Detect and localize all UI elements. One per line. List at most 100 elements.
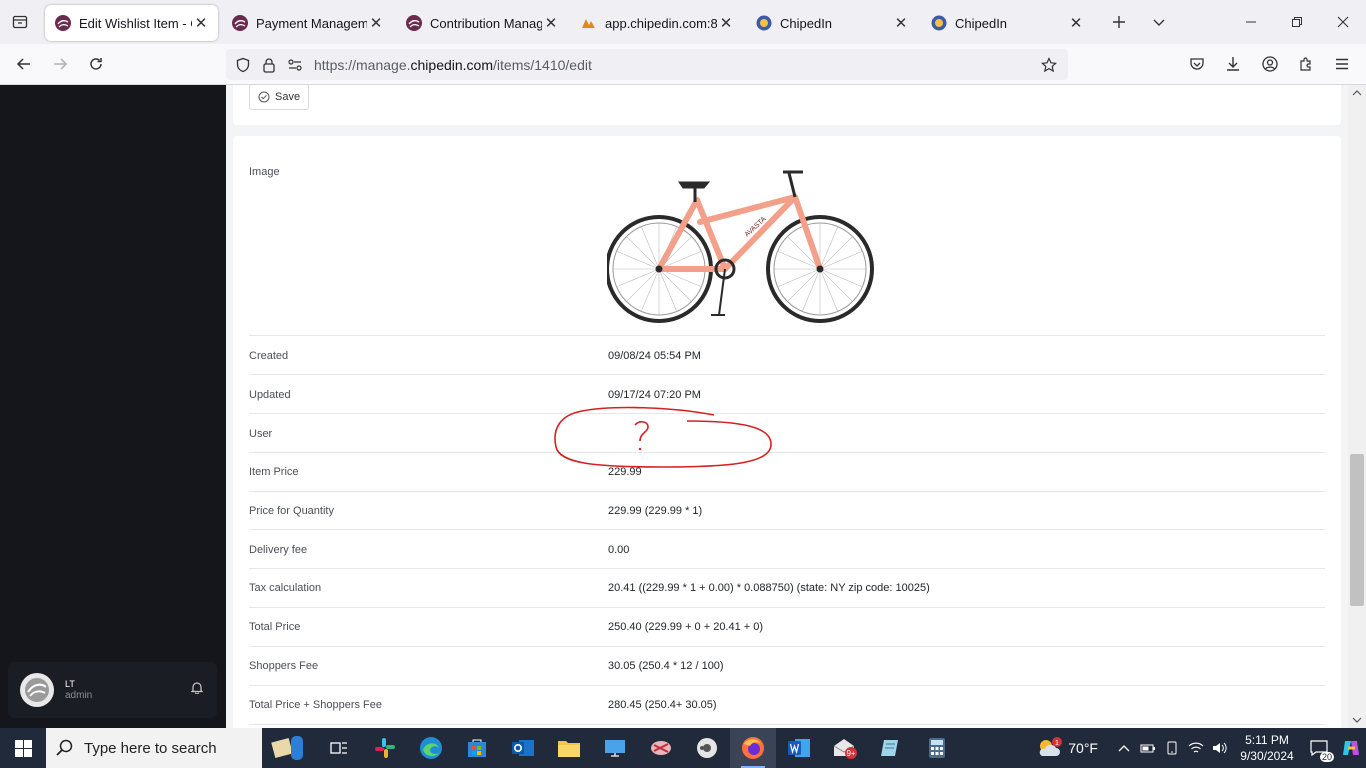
item-details-card: Image AVASTA Created 09/08/24 05:54 PM U… [233,136,1341,728]
calculator-icon[interactable] [914,728,960,768]
detail-row-item-price: Item Price 229.99 [249,453,1325,492]
tab-list-button[interactable] [0,0,40,44]
battery-icon[interactable] [1136,728,1160,768]
windows-taskbar: Type here to search 9+ 1 70°F 5:11 PM 9/… [0,728,1366,768]
address-bar[interactable]: https://manage.chipedin.com/items/1410/e… [226,49,1068,80]
close-tab-icon[interactable]: ✕ [1067,14,1085,32]
user-name: LT [65,679,75,689]
detail-row-total-plus-fee: Total Price + Shoppers Fee 280.45 (250.4… [249,686,1325,725]
detail-label: Created [249,350,289,362]
weather-cloud-icon: 1 [1039,737,1063,756]
detail-label: User [249,428,273,440]
lock-icon[interactable] [256,49,282,80]
new-tab-button[interactable] [1101,4,1137,40]
app-menu-button[interactable] [1326,48,1358,80]
minimize-icon [1246,21,1256,23]
tab-app-chipedin[interactable]: app.chipedin.com:8090 ✕ [571,5,743,41]
scrollbar-thumb[interactable] [1350,454,1364,606]
mail-app-icon[interactable]: 9+ [822,728,868,768]
sidebar: LT admin [0,85,226,728]
task-view-icon[interactable] [316,728,362,768]
taskbar-search-box[interactable]: Type here to search [46,728,262,768]
chevron-down-icon [1153,19,1165,26]
tab-payment-management[interactable]: Payment Management - ChipedIn ✕ [222,5,393,41]
back-button[interactable] [8,48,40,80]
form-actions-card: Save [233,85,1341,125]
close-tab-icon[interactable]: ✕ [717,14,735,32]
tablet-mode-icon[interactable] [1160,728,1184,768]
close-window-button[interactable] [1320,0,1366,44]
system-clock[interactable]: 5:11 PM 9/30/2024 [1232,732,1302,764]
snipping-tool-icon[interactable] [638,728,684,768]
check-circle-icon [258,91,270,103]
close-tab-icon[interactable]: ✕ [367,14,385,32]
puzzle-icon [1300,57,1311,71]
chevron-up-icon[interactable] [1112,728,1136,768]
search-highlight-icon[interactable] [262,728,316,768]
globe-favicon-icon [931,15,947,31]
word-icon[interactable] [776,728,822,768]
chrome-icon[interactable] [684,728,730,768]
detail-label: Item Price [249,466,299,478]
clock-date: 9/30/2024 [1240,749,1294,763]
detail-row-tax-calculation: Tax calculation 20.41 ((229.99 * 1 + 0.0… [249,569,1325,608]
start-button[interactable] [0,728,46,768]
restore-window-button[interactable] [1274,0,1320,44]
wifi-icon[interactable] [1184,728,1208,768]
chipedin-favicon-icon [406,15,422,31]
detail-value: 20.41 ((229.99 * 1 + 0.00) * 0.088750) (… [608,582,930,594]
minimize-window-button[interactable] [1228,0,1274,44]
notification-center-button[interactable]: 20 [1302,728,1336,768]
save-button[interactable]: Save [249,85,310,110]
detail-value: 30.05 (250.4 * 12 / 100) [608,660,724,672]
forward-button[interactable] [44,48,76,80]
tab-chipedin-1[interactable]: ChipedIn ✕ [746,5,918,41]
pocket-button[interactable] [1181,48,1213,80]
svg-text:9+: 9+ [846,749,855,758]
tab-contribution-management[interactable]: Contribution Management - ChipedIn ✕ [396,5,568,41]
tab-title: ChipedIn [780,15,833,31]
detail-value: 09/17/24 07:20 PM [608,389,701,401]
tab-overflow-button[interactable] [1141,4,1177,40]
copilot-icon[interactable] [1336,728,1366,768]
notes-app-icon[interactable] [868,728,914,768]
downloads-button[interactable] [1217,48,1249,80]
detail-row-delivery-fee: Delivery fee 0.00 [249,530,1325,569]
account-button[interactable] [1254,48,1286,80]
clock-time: 5:11 PM [1245,733,1289,747]
tab-chipedin-2[interactable]: ChipedIn ✕ [921,5,1093,41]
extensions-button[interactable] [1290,48,1322,80]
user-profile-card[interactable]: LT admin [8,662,217,718]
close-tab-icon[interactable]: ✕ [892,14,910,32]
bookmark-star-icon[interactable] [1036,49,1062,80]
red-question-annotation [554,406,772,468]
close-tab-icon[interactable]: ✕ [192,14,210,32]
bell-icon[interactable] [190,681,204,699]
detail-label: Shoppers Fee [249,660,319,672]
scroll-up-arrow-icon[interactable] [1348,85,1366,101]
firefox-icon[interactable] [730,728,776,768]
tab-title: Payment Management - ChipedIn [256,15,367,31]
plus-icon [1113,16,1125,28]
close-tab-icon[interactable]: ✕ [542,14,560,32]
detail-row-created: Created 09/08/24 05:54 PM [249,336,1325,375]
outlook-icon[interactable] [500,728,546,768]
slack-icon[interactable] [362,728,408,768]
edge-browser-icon[interactable] [408,728,454,768]
remote-desktop-icon[interactable] [592,728,638,768]
tab-list-icon [12,15,28,29]
shield-icon[interactable] [230,49,256,80]
microsoft-store-icon[interactable] [454,728,500,768]
page-scrollbar[interactable] [1348,85,1366,728]
arrow-left-icon [16,58,30,70]
weather-widget[interactable]: 1 70°F [1036,737,1098,759]
reload-button[interactable] [80,48,112,80]
file-explorer-icon[interactable] [546,728,592,768]
volume-icon[interactable] [1208,728,1232,768]
detail-value: 09/08/24 05:54 PM [608,350,701,362]
system-tray: 1 70°F 5:11 PM 9/30/2024 20 [1036,728,1366,768]
arrow-right-icon [54,58,68,70]
tab-edit-wishlist-item[interactable]: Edit Wishlist Item - ChipedIn ✕ [45,5,218,41]
scroll-down-arrow-icon[interactable] [1348,712,1366,728]
permissions-icon[interactable] [282,49,308,80]
